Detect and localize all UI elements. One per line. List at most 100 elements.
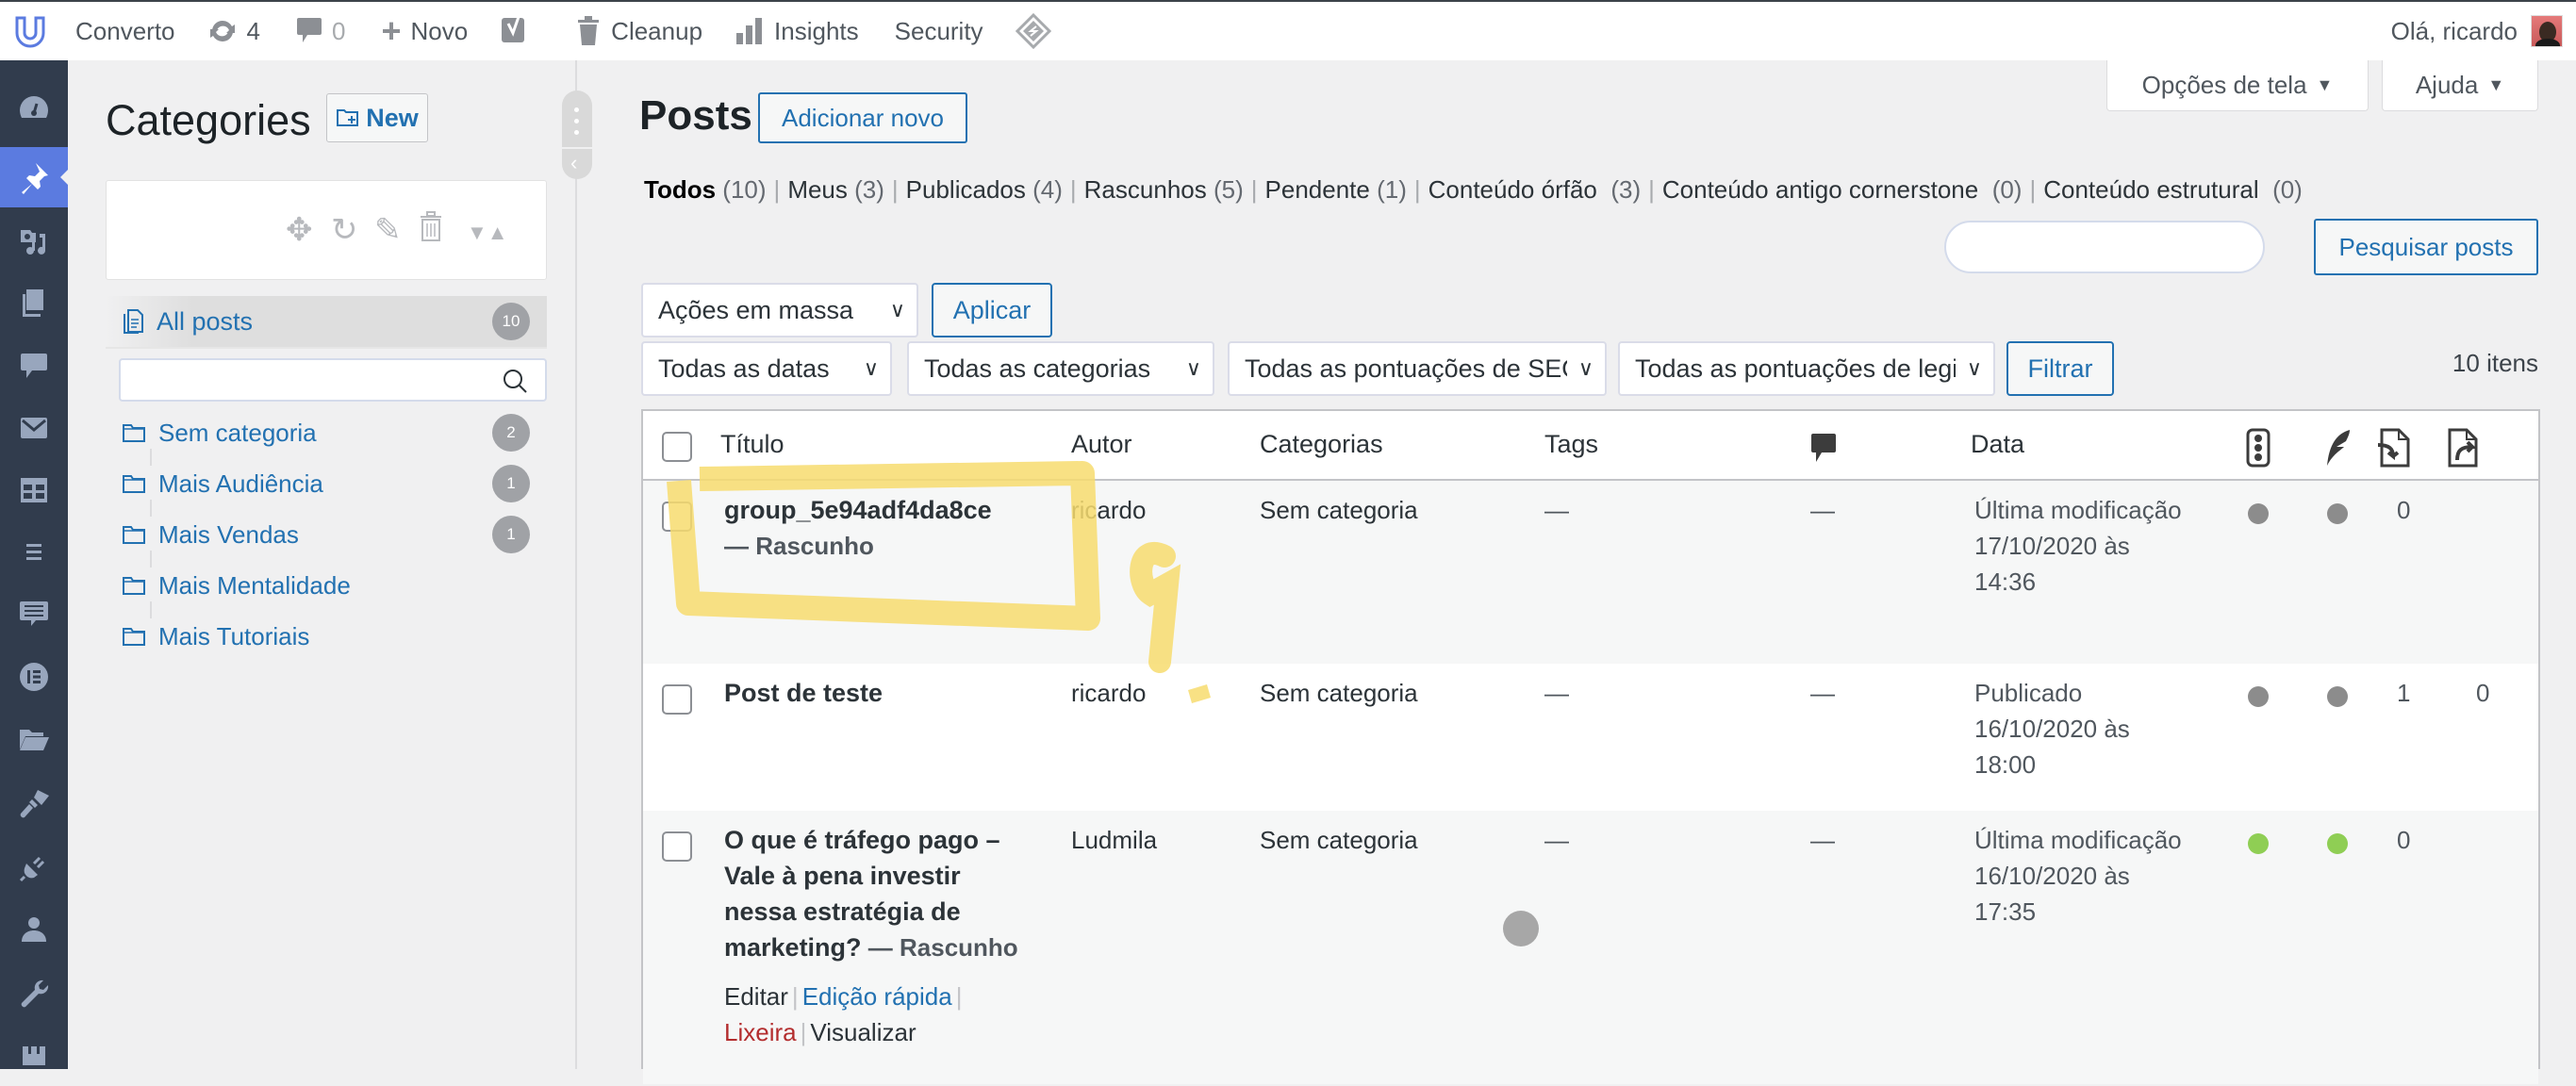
move-icon[interactable]: ✥ [286, 211, 313, 249]
collapse-chevron-icon[interactable]: ‹ [570, 151, 577, 175]
category-item[interactable]: Mais Mentalidade [106, 560, 547, 611]
sidebar-item-users[interactable] [0, 899, 68, 960]
sidebar-item-elementor[interactable] [0, 647, 68, 707]
date-filter-select[interactable]: Todas as datas ∨ [641, 341, 892, 396]
category-item[interactable]: Mais Tutoriais [106, 611, 547, 662]
category-link[interactable]: Sem categoria [1260, 675, 1418, 711]
view-mine[interactable]: Meus (3) [787, 175, 884, 204]
edit-link[interactable]: Editar [724, 982, 788, 1011]
add-new-post-button[interactable]: Adicionar novo [758, 92, 967, 143]
tree-connector [150, 500, 152, 517]
refresh-icon[interactable]: ↻ [331, 211, 358, 249]
dashboard-icon [20, 96, 48, 118]
site-logo[interactable] [0, 2, 62, 60]
new-content-link[interactable]: + Novo [358, 2, 481, 60]
sidebar-item-feedback[interactable] [0, 584, 68, 645]
chevron-down-icon: ∨ [863, 356, 879, 380]
apply-button[interactable]: Aplicar [932, 283, 1052, 337]
author-link[interactable]: ricardo [1071, 675, 1146, 711]
sidebar-item-dashboard[interactable] [0, 79, 68, 140]
site-name-link[interactable]: Converto [62, 2, 189, 60]
post-title-cell: O que é tráfego pago – Vale à pena invest… [724, 822, 1045, 965]
trash-icon[interactable] [418, 211, 444, 252]
category-item[interactable]: Sem categoria 2 [106, 407, 547, 458]
select-all-checkbox[interactable] [662, 432, 692, 462]
view-label: Pendente [1264, 175, 1370, 204]
post-search-input[interactable] [1944, 221, 2265, 273]
updates-link[interactable]: 4 [189, 2, 273, 60]
row-checkbox[interactable] [662, 684, 692, 715]
view-pending[interactable]: Pendente (1) [1265, 175, 1407, 204]
sidebar-item-settings[interactable] [0, 1026, 68, 1086]
edit-pencil-icon[interactable]: ✎ [374, 211, 402, 249]
date-value: 17/10/2020 às [1974, 532, 2130, 560]
author-link[interactable]: Ludmila [1071, 822, 1157, 858]
user-greeting[interactable]: Olá, ricardo [2391, 17, 2518, 46]
sidebar-item-media[interactable] [0, 211, 68, 272]
seo-score-filter-select[interactable]: Todas as pontuações de SEO ∨ [1228, 341, 1607, 396]
category-search-input[interactable] [119, 358, 547, 402]
view-link[interactable]: Visualizar [810, 1018, 916, 1046]
sort-toggle-icon[interactable]: ▼▲ [467, 221, 508, 245]
post-title-link[interactable]: group_5e94adf4da8ce [724, 496, 992, 524]
sidebar-item-plugins[interactable] [0, 837, 68, 897]
view-drafts[interactable]: Rascunhos (5) [1084, 175, 1244, 204]
category-link[interactable]: Sem categoria [1260, 822, 1418, 858]
all-posts-item[interactable]: All posts 10 [106, 296, 547, 349]
sidebar-item-files[interactable] [0, 709, 68, 769]
filter-button[interactable]: Filtrar [2006, 341, 2114, 396]
category-count: 1 [492, 516, 530, 553]
sidebar-item-pages[interactable] [0, 273, 68, 334]
bulk-actions-select[interactable]: Ações em massa ∨ [641, 283, 918, 337]
sidebar-item-posts[interactable] [0, 147, 68, 207]
new-category-button[interactable]: New [326, 93, 428, 142]
cleanup-link[interactable]: Cleanup [543, 2, 716, 60]
date-cell: Última modificação 16/10/2020 às 17:35 [1974, 822, 2182, 930]
post-title-link[interactable]: Post de teste [724, 679, 883, 707]
sidebar-item-tables[interactable] [0, 460, 68, 520]
search-posts-button[interactable]: Pesquisar posts [2314, 219, 2538, 275]
sidebar-item-appearance[interactable] [0, 773, 68, 833]
sidebar-item-tools[interactable] [0, 963, 68, 1024]
category-filter-select[interactable]: Todas as categorias ∨ [907, 341, 1214, 396]
comment-icon[interactable] [1810, 432, 1837, 472]
category-item[interactable]: Mais Vendas 1 [106, 509, 547, 560]
view-label: Meus [787, 175, 848, 204]
sidebar-item-contact[interactable] [0, 398, 68, 458]
seo-score-dot [2248, 833, 2269, 854]
comments-link[interactable]: 0 [273, 2, 358, 60]
comments-count: 0 [331, 16, 346, 45]
insights-link[interactable]: Insights [716, 2, 872, 60]
screen-options-button[interactable]: Opções de tela ▼ [2106, 60, 2369, 111]
date-value: 16/10/2020 às [1974, 862, 2130, 890]
author-link[interactable]: ricardo [1071, 492, 1146, 528]
view-published[interactable]: Publicados (4) [906, 175, 1063, 204]
trash-link[interactable]: Lixeira [724, 1018, 797, 1046]
quick-edit-link[interactable]: Edição rápida [802, 982, 952, 1011]
category-link[interactable]: Sem categoria [1260, 492, 1418, 528]
security-link[interactable]: Security [872, 2, 997, 60]
tree-connector [150, 601, 152, 618]
view-cornerstone[interactable]: Conteúdo estrutural (0) [2043, 175, 2303, 204]
outgoing-links-icon [2446, 428, 2482, 474]
separator: | [1250, 175, 1258, 204]
category-item[interactable]: Mais Audiência 1 [106, 458, 547, 509]
help-button[interactable]: Ajuda ▼ [2382, 60, 2538, 111]
column-date[interactable]: Data [1971, 430, 2024, 459]
wordfence-link[interactable] [997, 2, 1065, 60]
sidebar-item-comments[interactable] [0, 336, 68, 396]
readability-filter-select[interactable]: Todas as pontuações de legibilidade ∨ [1618, 341, 1995, 396]
sidebar-item-menu[interactable] [0, 522, 68, 583]
view-orphaned[interactable]: Conteúdo órfão (3) [1428, 175, 1641, 204]
yoast-link[interactable] [481, 2, 543, 60]
chevron-down-icon: ∨ [889, 298, 905, 321]
row-checkbox[interactable] [662, 502, 692, 532]
updates-count: 4 [246, 16, 260, 45]
pane-resize-handle[interactable]: ‹ [562, 90, 592, 179]
row-checkbox[interactable] [662, 831, 692, 862]
view-all[interactable]: Todos (10) [644, 175, 767, 204]
view-stale-cornerstone[interactable]: Conteúdo antigo cornerstone (0) [1662, 175, 2023, 204]
column-title[interactable]: Título [720, 430, 784, 459]
user-avatar[interactable] [2531, 15, 2563, 47]
separator: | [891, 175, 899, 204]
